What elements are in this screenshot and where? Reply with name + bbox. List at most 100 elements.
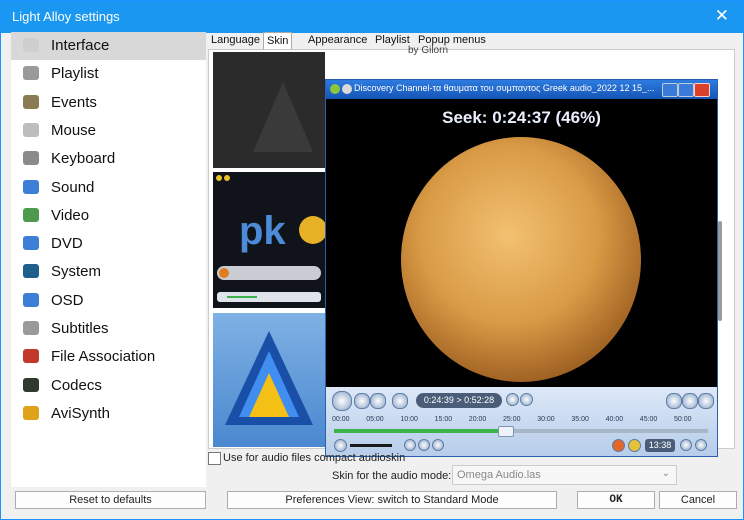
player-controls: 0:24:39 > 0:52:28 00:00 05:00 10:00 15:00 20…: [326, 387, 717, 456]
fullscreen-icon[interactable]: [432, 439, 444, 451]
file-association-icon: [23, 349, 39, 364]
sidebar-item-label: Interface: [51, 37, 110, 54]
seek-progress: [334, 429, 507, 433]
power-icon[interactable]: [695, 439, 707, 451]
timeline-tick: 40:00: [605, 416, 624, 423]
close-icon[interactable]: ✕: [715, 6, 729, 26]
timeline-tick: 35:00: [571, 416, 589, 423]
compact-audioskin-checkbox[interactable]: [208, 452, 221, 465]
player-pin-icon[interactable]: [342, 84, 352, 94]
sidebar-item-label: Subtitles: [51, 320, 109, 337]
video-icon: [23, 207, 39, 222]
timeline-ticks: 00:00 05:00 10:00 15:00 20:00 25:00 30:00 35:00…: [332, 416, 712, 426]
previous-file-icon[interactable]: [666, 393, 682, 409]
playlist-toggle-icon[interactable]: [682, 393, 698, 409]
settings-window: Light Alloy settings ✕ Interface Playlist…: [0, 0, 744, 520]
zoom-in-icon[interactable]: [506, 393, 519, 406]
sidebar-item-sound[interactable]: Sound: [11, 174, 206, 202]
sidebar-item-keyboard[interactable]: Keyboard: [11, 145, 206, 173]
radiation-icon[interactable]: [612, 439, 625, 452]
speaker-icon[interactable]: [334, 439, 347, 452]
sidebar-item-label: Keyboard: [51, 150, 116, 168]
player-preview-window: Discovery Channel-τα θαυματα του συμπαντ…: [325, 79, 718, 457]
play-icon[interactable]: [354, 393, 370, 409]
system-icon: [23, 264, 39, 279]
sidebar-item-label: File Association: [51, 348, 156, 366]
skin-thumbnail-pk[interactable]: pk: [213, 172, 327, 308]
sidebar-item-file-association[interactable]: File Association: [11, 343, 206, 371]
screenshot-icon[interactable]: [418, 439, 430, 451]
sidebar-item-label: Video: [51, 206, 90, 224]
sidebar-item-label: Mouse: [51, 121, 97, 139]
timeline-tick: 15:00: [434, 416, 453, 423]
sidebar-item-label: DVD: [51, 235, 83, 253]
player-title-bar: Discovery Channel-τα θαυματα του συμπαντ…: [326, 80, 717, 99]
timeline-tick: 50:00: [674, 416, 692, 423]
info-icon[interactable]: [628, 439, 641, 452]
sidebar-item-video[interactable]: Video: [11, 202, 206, 230]
skin-author: by Gilorn: [408, 45, 449, 56]
playlist-icon: [23, 66, 39, 81]
seek-handle[interactable]: [498, 426, 515, 437]
next-icon[interactable]: [370, 393, 386, 409]
osd-icon: [23, 292, 39, 307]
sidebar-item-label: OSD: [51, 291, 84, 309]
sound-icon: [23, 179, 39, 194]
compact-audioskin-label: Use for audio files compact audioskin: [223, 452, 406, 464]
maximize-icon[interactable]: [678, 83, 694, 97]
seek-bar[interactable]: [334, 426, 708, 437]
next-file-icon[interactable]: [698, 393, 714, 409]
window-title: Light Alloy settings: [12, 9, 120, 24]
sidebar-item-subtitles[interactable]: Subtitles: [11, 315, 206, 343]
sidebar-item-label: AviSynth: [51, 404, 110, 422]
skin-thumbnail-dark[interactable]: [213, 52, 325, 168]
sidebar-item-interface[interactable]: Interface: [11, 32, 206, 60]
player-close-icon[interactable]: [694, 83, 710, 97]
clock-display: 13:38: [645, 439, 675, 452]
avisynth-icon: [23, 405, 39, 420]
tab-language[interactable]: Language: [211, 32, 260, 49]
subtitles-icon: [23, 321, 39, 335]
audio-mode-select[interactable]: Omega Audio.las ⌄: [452, 465, 677, 485]
sidebar-item-system[interactable]: System: [11, 258, 206, 286]
settings-sidebar: Interface Playlist Events Mouse Keyboard Soun…: [11, 32, 206, 487]
tab-playlist[interactable]: Playlist: [375, 32, 410, 49]
sidebar-item-playlist[interactable]: Playlist: [11, 60, 206, 88]
tab-appearance[interactable]: Appearance: [308, 32, 367, 49]
skin-pk-logo-icon: pk: [216, 175, 327, 302]
sidebar-item-avisynth[interactable]: AviSynth: [11, 400, 206, 428]
preferences-view-button[interactable]: Preferences View: switch to Standard Mod…: [227, 491, 557, 509]
minimize-icon[interactable]: [662, 83, 678, 97]
seek-osd: Seek: 0:24:37 (46%): [442, 108, 601, 127]
tab-strip: Language Skin Appearance Playlist Popup …: [208, 32, 728, 50]
light-alloy-logo-icon: [225, 331, 313, 425]
mouse-icon: [23, 122, 39, 137]
video-area[interactable]: Seek: 0:24:37 (46%): [326, 99, 717, 387]
sidebar-item-codecs[interactable]: Codecs: [11, 372, 206, 400]
reset-defaults-button[interactable]: Reset to defaults: [15, 491, 206, 509]
eject-icon[interactable]: [392, 393, 408, 409]
dvd-icon: [23, 236, 39, 251]
timeline-tick: 10:00: [400, 416, 418, 423]
sidebar-item-dvd[interactable]: DVD: [11, 230, 206, 258]
sidebar-item-mouse[interactable]: Mouse: [11, 117, 206, 145]
scroll-thumb[interactable]: [718, 221, 722, 321]
interface-icon: [23, 38, 39, 52]
sidebar-item-events[interactable]: Events: [11, 89, 206, 117]
volume-slider[interactable]: [350, 444, 392, 447]
events-icon: [23, 94, 39, 109]
keyboard-icon: [23, 151, 39, 166]
zoom-out-icon[interactable]: [520, 393, 533, 406]
repeat-icon[interactable]: [404, 439, 416, 451]
skin-thumbnail-alloy[interactable]: [213, 313, 325, 447]
player-app-icon: [330, 84, 340, 94]
ok-button[interactable]: OK: [577, 491, 655, 509]
settings-icon[interactable]: [680, 439, 692, 451]
tab-skin[interactable]: Skin: [263, 32, 293, 50]
cancel-button[interactable]: Cancel: [659, 491, 737, 509]
pause-icon[interactable]: [332, 391, 352, 411]
sidebar-item-osd[interactable]: OSD: [11, 287, 206, 315]
audio-mode-label: Skin for the audio mode:: [332, 470, 452, 482]
chevron-down-icon: ⌄: [661, 468, 670, 479]
player-title: Discovery Channel-τα θαυματα του συμπαντ…: [354, 83, 655, 93]
